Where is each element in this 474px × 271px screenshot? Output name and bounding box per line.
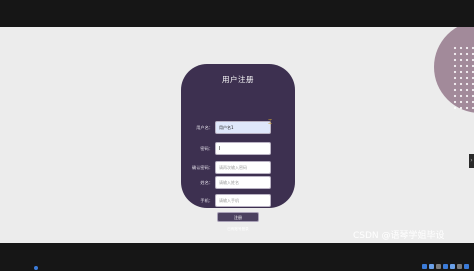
form-row-password: 密码： I [181,142,295,155]
phone-label: 手机： [200,198,213,203]
tray-app-icon[interactable] [457,264,462,269]
decorative-dots [452,45,474,109]
side-expand-tab[interactable]: › [469,154,474,168]
tray-app-icon[interactable] [429,264,434,269]
login-link[interactable]: 已有账号登录 [181,227,295,232]
confirm-password-label: 确认密码： [192,165,213,170]
system-tray [422,262,474,271]
tray-app-icon[interactable] [464,264,469,269]
tray-app-icon[interactable] [443,264,448,269]
phone-input[interactable]: 请输入手机 [215,194,271,207]
taskbar-app-icon[interactable] [34,266,38,270]
password-input[interactable]: I [215,142,271,155]
form-row-confirm-password: 确认密码： 请再次输入密码 [181,161,295,174]
csdn-watermark: CSDN @语琴学姐毕设 [353,231,445,241]
confirm-password-input[interactable]: 请再次输入密码 [215,161,271,174]
form-row-name: 姓名： 请输入姓名 [181,176,295,189]
name-label: 姓名： [200,180,213,185]
tray-app-icon[interactable] [436,264,441,269]
name-input[interactable]: 请输入姓名 [215,176,271,189]
register-card: 用户注册 用户名： 用户名1 密码： I 确认密码： 请再次输入密码 姓名： 请… [181,64,295,231]
text-cursor-icon: I [219,146,221,152]
tray-app-icon[interactable] [422,264,427,269]
screen: › 用户注册 用户名： 用户名1 密码： I 确认密码： 请再次输入密码 姓名：… [0,0,474,271]
register-button[interactable]: 注册 [217,212,259,222]
tray-app-icon[interactable] [450,264,455,269]
form-row-username: 用户名： 用户名1 [181,121,295,134]
form-row-phone: 手机： 请输入手机 [181,194,295,207]
form-title: 用户注册 [222,75,254,84]
username-label: 用户名： [196,125,213,130]
browser-viewport: › 用户注册 用户名： 用户名1 密码： I 确认密码： 请再次输入密码 姓名：… [0,27,474,243]
mouse-cursor-icon: ⌶ [268,118,273,126]
password-label: 密码： [200,146,213,151]
username-input[interactable]: 用户名1 [215,121,271,134]
